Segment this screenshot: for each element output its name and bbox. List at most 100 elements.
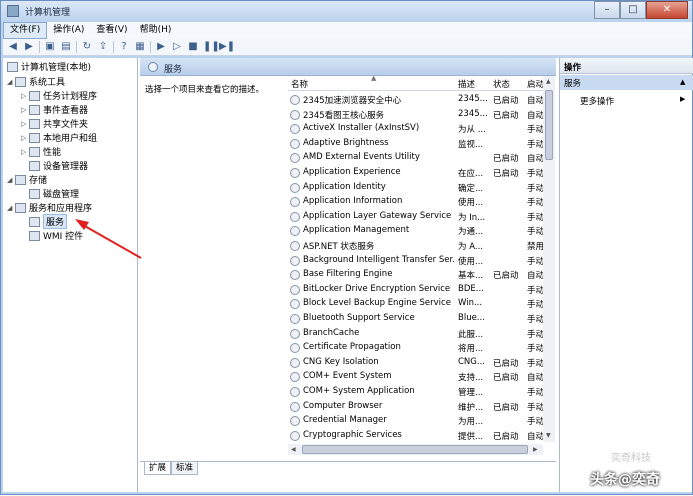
close-button[interactable]: ✕ bbox=[646, 1, 688, 19]
tree-item-4[interactable]: ▷ 本地用户和组 bbox=[21, 131, 97, 144]
cell-desc: 为通... bbox=[458, 227, 484, 238]
back-arrow-icon[interactable]: ◀ bbox=[7, 41, 19, 53]
submenu-arrow-icon[interactable]: ▶ bbox=[680, 95, 685, 103]
expand-toggle-icon[interactable]: ◢ bbox=[7, 204, 15, 212]
minimize-button[interactable]: – bbox=[594, 1, 620, 19]
tree-item-2[interactable]: ▷ 事件查看器 bbox=[21, 103, 88, 116]
menu-help[interactable]: 帮助(H) bbox=[134, 23, 178, 38]
table-row[interactable]: BitLocker Drive Encryption Service BDE...… bbox=[288, 283, 554, 297]
expand-toggle-icon[interactable]: ▷ bbox=[21, 106, 29, 114]
expand-toggle-icon[interactable]: ▷ bbox=[21, 134, 29, 142]
service-gear-icon bbox=[290, 314, 300, 324]
menu-file[interactable]: 文件(F) bbox=[3, 22, 48, 39]
cell-name: 2345看图王核心服务 bbox=[303, 110, 385, 121]
tree-item-8[interactable]: 磁盘管理 bbox=[21, 187, 79, 200]
tab-standard[interactable]: 标准 bbox=[171, 462, 199, 475]
expand-toggle-icon[interactable]: ◢ bbox=[7, 176, 15, 184]
table-row[interactable]: Computer Browser 维护... 已启动 手动 bbox=[288, 400, 554, 414]
tree-item-6[interactable]: 设备管理器 bbox=[21, 159, 88, 172]
table-row[interactable]: Application Management 为通... 手动 bbox=[288, 224, 554, 238]
maximize-button[interactable]: □ bbox=[620, 1, 646, 19]
table-row[interactable]: Block Level Backup Engine Service Win... 手… bbox=[288, 297, 554, 311]
stop-icon[interactable]: ■ bbox=[187, 41, 199, 53]
users-icon bbox=[29, 132, 40, 143]
actions-pane: 操作 服务 ▲ 更多操作 ▶ bbox=[559, 58, 693, 492]
table-row[interactable]: Background Intelligent Transfer Ser... 使用… bbox=[288, 254, 554, 268]
table-row[interactable]: Adaptive Brightness 监视... 手动 bbox=[288, 137, 554, 151]
vertical-scroll-thumb[interactable] bbox=[545, 90, 553, 160]
tree-item-0[interactable]: ◢ 系统工具 bbox=[7, 75, 65, 88]
table-row[interactable]: Application Layer Gateway Service 为 In...… bbox=[288, 210, 554, 224]
table-row[interactable]: Application Information 使用... 手动 bbox=[288, 195, 554, 209]
scroll-right-icon[interactable]: ▶ bbox=[533, 446, 538, 453]
tree-item-label: 存储 bbox=[29, 176, 48, 186]
table-row[interactable]: Application Identity 确定... 手动 bbox=[288, 181, 554, 195]
restart-icon[interactable]: ▶❚ bbox=[219, 41, 235, 53]
service-gear-icon bbox=[290, 430, 300, 441]
tree-item-7[interactable]: ◢ 存储 bbox=[7, 173, 47, 186]
table-row[interactable]: Base Filtering Engine 基本... 已启动 自动 bbox=[288, 268, 554, 282]
menu-action[interactable]: 操作(A) bbox=[47, 23, 90, 38]
table-row[interactable]: BranchCache 此服... 手动 bbox=[288, 327, 554, 341]
cell-desc: 管理... bbox=[458, 388, 484, 398]
table-row[interactable]: CNG Key Isolation CNG... 已启动 手动 bbox=[288, 356, 554, 370]
collapse-up-icon[interactable]: ▲ bbox=[680, 78, 685, 86]
scroll-up-icon[interactable]: ▲ bbox=[546, 78, 551, 85]
tree-item-3[interactable]: ▷ 共享文件夹 bbox=[21, 117, 88, 130]
cell-desc: 监视... bbox=[458, 139, 484, 150]
actions-section-label: 服务 bbox=[564, 79, 582, 89]
menu-view[interactable]: 查看(V) bbox=[90, 23, 133, 38]
horizontal-scroll-thumb[interactable] bbox=[302, 445, 528, 454]
table-row[interactable]: 2345加速浏览器安全中心 2345... 已启动 自动 bbox=[288, 93, 554, 107]
refresh-icon[interactable]: ↻ bbox=[81, 41, 93, 53]
table-row[interactable]: ASP.NET 状态服务为 A... 禁用 bbox=[288, 239, 554, 253]
tree-item-10[interactable]: 服务 bbox=[21, 214, 68, 229]
tree-item-11[interactable]: WMI 控件 bbox=[21, 229, 83, 242]
table-row[interactable]: COM+ Event System 支持... 已启动 自动 bbox=[288, 370, 554, 384]
table-row[interactable]: ActiveX Installer (AxInstSV) 为从 ... 手动 bbox=[288, 122, 554, 136]
services-header-label: 服务 bbox=[164, 65, 183, 75]
play-outline-icon[interactable]: ▷ bbox=[171, 41, 183, 53]
play-icon[interactable]: ▶ bbox=[155, 41, 167, 53]
help-icon[interactable]: ? bbox=[118, 41, 130, 53]
table-row[interactable]: AMD External Events Utility 已启动 自动 bbox=[288, 151, 554, 165]
more-actions-link[interactable]: 更多操作 bbox=[580, 95, 614, 107]
column-header-status[interactable]: 状态 bbox=[493, 78, 510, 90]
column-header-description[interactable]: 描述 bbox=[458, 78, 475, 90]
column-header-startup[interactable]: 启动 bbox=[527, 78, 544, 90]
properties-icon[interactable]: ▦ bbox=[134, 41, 146, 53]
actions-section-services[interactable]: 服务 ▲ bbox=[560, 75, 693, 90]
tree-item-label: 任务计划程序 bbox=[43, 92, 98, 102]
tree-item-1[interactable]: ▷ 任务计划程序 bbox=[21, 89, 97, 102]
cell-status: 已启动 bbox=[493, 373, 519, 384]
horizontal-scrollbar[interactable]: ◀ ▶ bbox=[288, 444, 543, 455]
tab-extended[interactable]: 扩展 bbox=[144, 462, 172, 475]
forward-arrow-icon[interactable]: ▶ bbox=[23, 41, 35, 53]
expand-toggle-icon[interactable]: ◢ bbox=[7, 78, 15, 86]
service-gear-icon bbox=[290, 109, 300, 120]
tree-item-root[interactable]: 计算机管理(本地) bbox=[7, 60, 91, 73]
table-row[interactable]: COM+ System Application 管理... 手动 bbox=[288, 385, 554, 399]
scroll-down-icon[interactable]: ▼ bbox=[546, 432, 551, 439]
tree-item-9[interactable]: ◢ 服务和应用程序 bbox=[7, 201, 92, 214]
expand-toggle-icon[interactable]: ▷ bbox=[21, 92, 29, 100]
tree-item-5[interactable]: ▷ 性能 bbox=[21, 145, 61, 158]
table-row[interactable]: Cryptographic Services 提供... 已启动 自动 bbox=[288, 429, 554, 443]
show-hide-tree-icon[interactable]: ▤ bbox=[60, 41, 72, 53]
table-row[interactable]: Credential Manager 为用... 手动 bbox=[288, 414, 554, 428]
service-gear-icon bbox=[290, 387, 300, 397]
cell-name: Cryptographic Services bbox=[303, 429, 402, 440]
export-list-icon[interactable]: ⇪ bbox=[97, 41, 109, 53]
table-row[interactable]: Bluetooth Support Service Blue... 手动 bbox=[288, 312, 554, 326]
up-folder-icon[interactable]: ▣ bbox=[44, 41, 56, 53]
scroll-left-icon[interactable]: ◀ bbox=[291, 446, 296, 453]
column-header-name[interactable]: 名称 bbox=[291, 78, 308, 90]
title-bar[interactable]: 计算机管理 – □ ✕ bbox=[1, 1, 692, 22]
pause-icon[interactable]: ❚❚ bbox=[203, 41, 220, 53]
table-row[interactable]: Certificate Propagation 将用... 手动 bbox=[288, 341, 554, 355]
expand-toggle-icon[interactable]: ▷ bbox=[21, 120, 29, 128]
vertical-scrollbar[interactable]: ▲ ▼ bbox=[543, 76, 555, 442]
expand-toggle-icon[interactable]: ▷ bbox=[21, 148, 29, 156]
table-row[interactable]: 2345看图王核心服务 2345... 已启动 自动 bbox=[288, 108, 554, 122]
table-row[interactable]: Application Experience 在应... 已启动 手动 bbox=[288, 166, 554, 180]
